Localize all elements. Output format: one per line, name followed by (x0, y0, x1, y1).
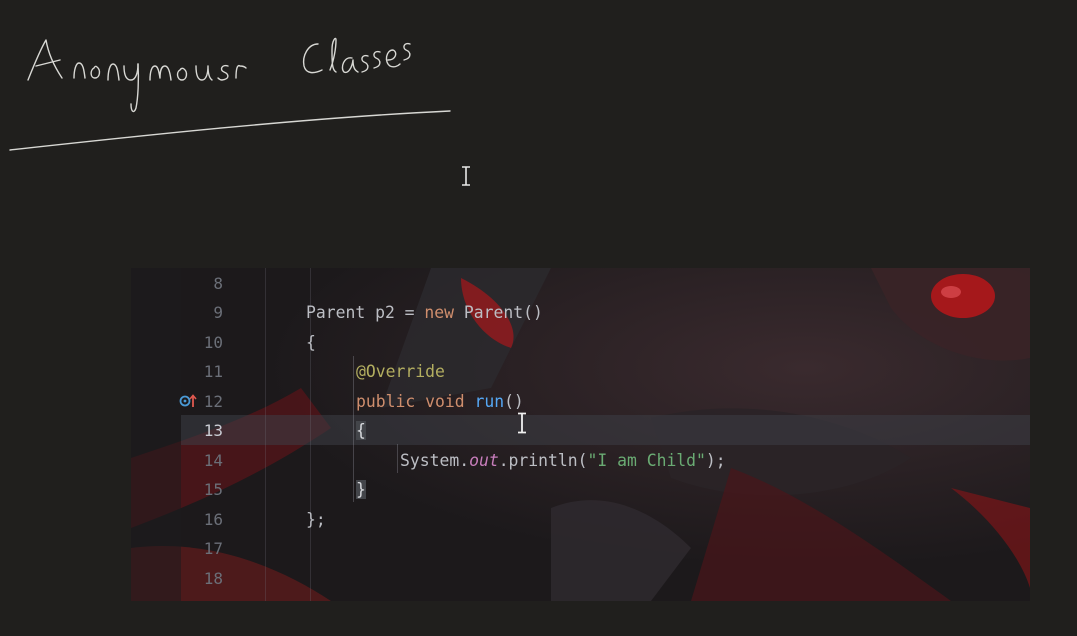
code-text: { (356, 416, 366, 446)
ibeam-cursor-icon (518, 412, 526, 434)
code-token: } (356, 480, 366, 499)
code-token: System. (400, 450, 470, 470)
editor-left-edge (131, 268, 181, 601)
code-line[interactable]: 17 (181, 534, 1030, 564)
code-token: public (356, 391, 416, 411)
code-text: public void run() (356, 387, 524, 417)
code-token: .println( (498, 450, 588, 470)
text-cursor-icon (462, 166, 470, 186)
code-token: ); (705, 450, 726, 470)
code-line[interactable]: 15} (181, 475, 1030, 505)
code-line[interactable]: 13 { (181, 416, 1030, 446)
line-number: 14 (203, 450, 223, 470)
code-text: Parent p2 = new Parent() (306, 298, 543, 328)
code-text: } (356, 475, 366, 505)
code-token: run (474, 391, 505, 411)
code-token: }; (306, 509, 326, 529)
code-line[interactable]: 16}; (181, 505, 1030, 535)
line-number: 10 (203, 332, 223, 352)
code-line[interactable]: 18 (181, 564, 1030, 594)
code-token: new (424, 303, 455, 322)
code-token: Parent p2 = (306, 303, 425, 322)
code-line[interactable]: 12 public void run() (181, 387, 1030, 417)
implements-method-icon[interactable] (178, 392, 198, 410)
line-number: 15 (203, 480, 223, 499)
line-number: 13 (203, 421, 223, 440)
line-number: 17 (203, 539, 223, 558)
whiteboard-canvas[interactable]: 8 9 Parent p2 = new Parent() 10 {11 @Override… (0, 0, 1077, 636)
code-line[interactable]: 14 System.out.println("I am Child"); (181, 446, 1030, 476)
code-text: }; (306, 505, 326, 535)
code-text: @Override (356, 357, 445, 387)
code-token: @Override (356, 362, 445, 381)
code-token: Parent() (454, 303, 543, 322)
line-number: 16 (203, 509, 223, 529)
code-line[interactable]: 8 (181, 269, 1030, 299)
code-line[interactable]: 10 { (181, 328, 1030, 358)
code-line[interactable]: 9 Parent p2 = new Parent() (181, 298, 1030, 328)
code-token: void (425, 391, 465, 411)
line-number: 11 (203, 362, 223, 381)
line-number: 18 (203, 568, 223, 588)
code-text: { (306, 328, 316, 358)
code-editor-screenshot: 8 9 Parent p2 = new Parent() 10 {11 @Override… (131, 268, 1030, 601)
code-token: out (469, 450, 499, 470)
code-line[interactable]: 11 @Override (181, 357, 1030, 387)
code-token: { (306, 332, 316, 352)
code-text: System.out.println("I am Child"); (400, 446, 726, 476)
code-token: () (504, 391, 524, 411)
code-token: "I am Child" (587, 450, 706, 470)
code-token: { (356, 421, 366, 440)
line-number: 8 (213, 273, 223, 293)
handwritten-heading (9, 37, 451, 151)
line-number: 9 (213, 303, 223, 322)
